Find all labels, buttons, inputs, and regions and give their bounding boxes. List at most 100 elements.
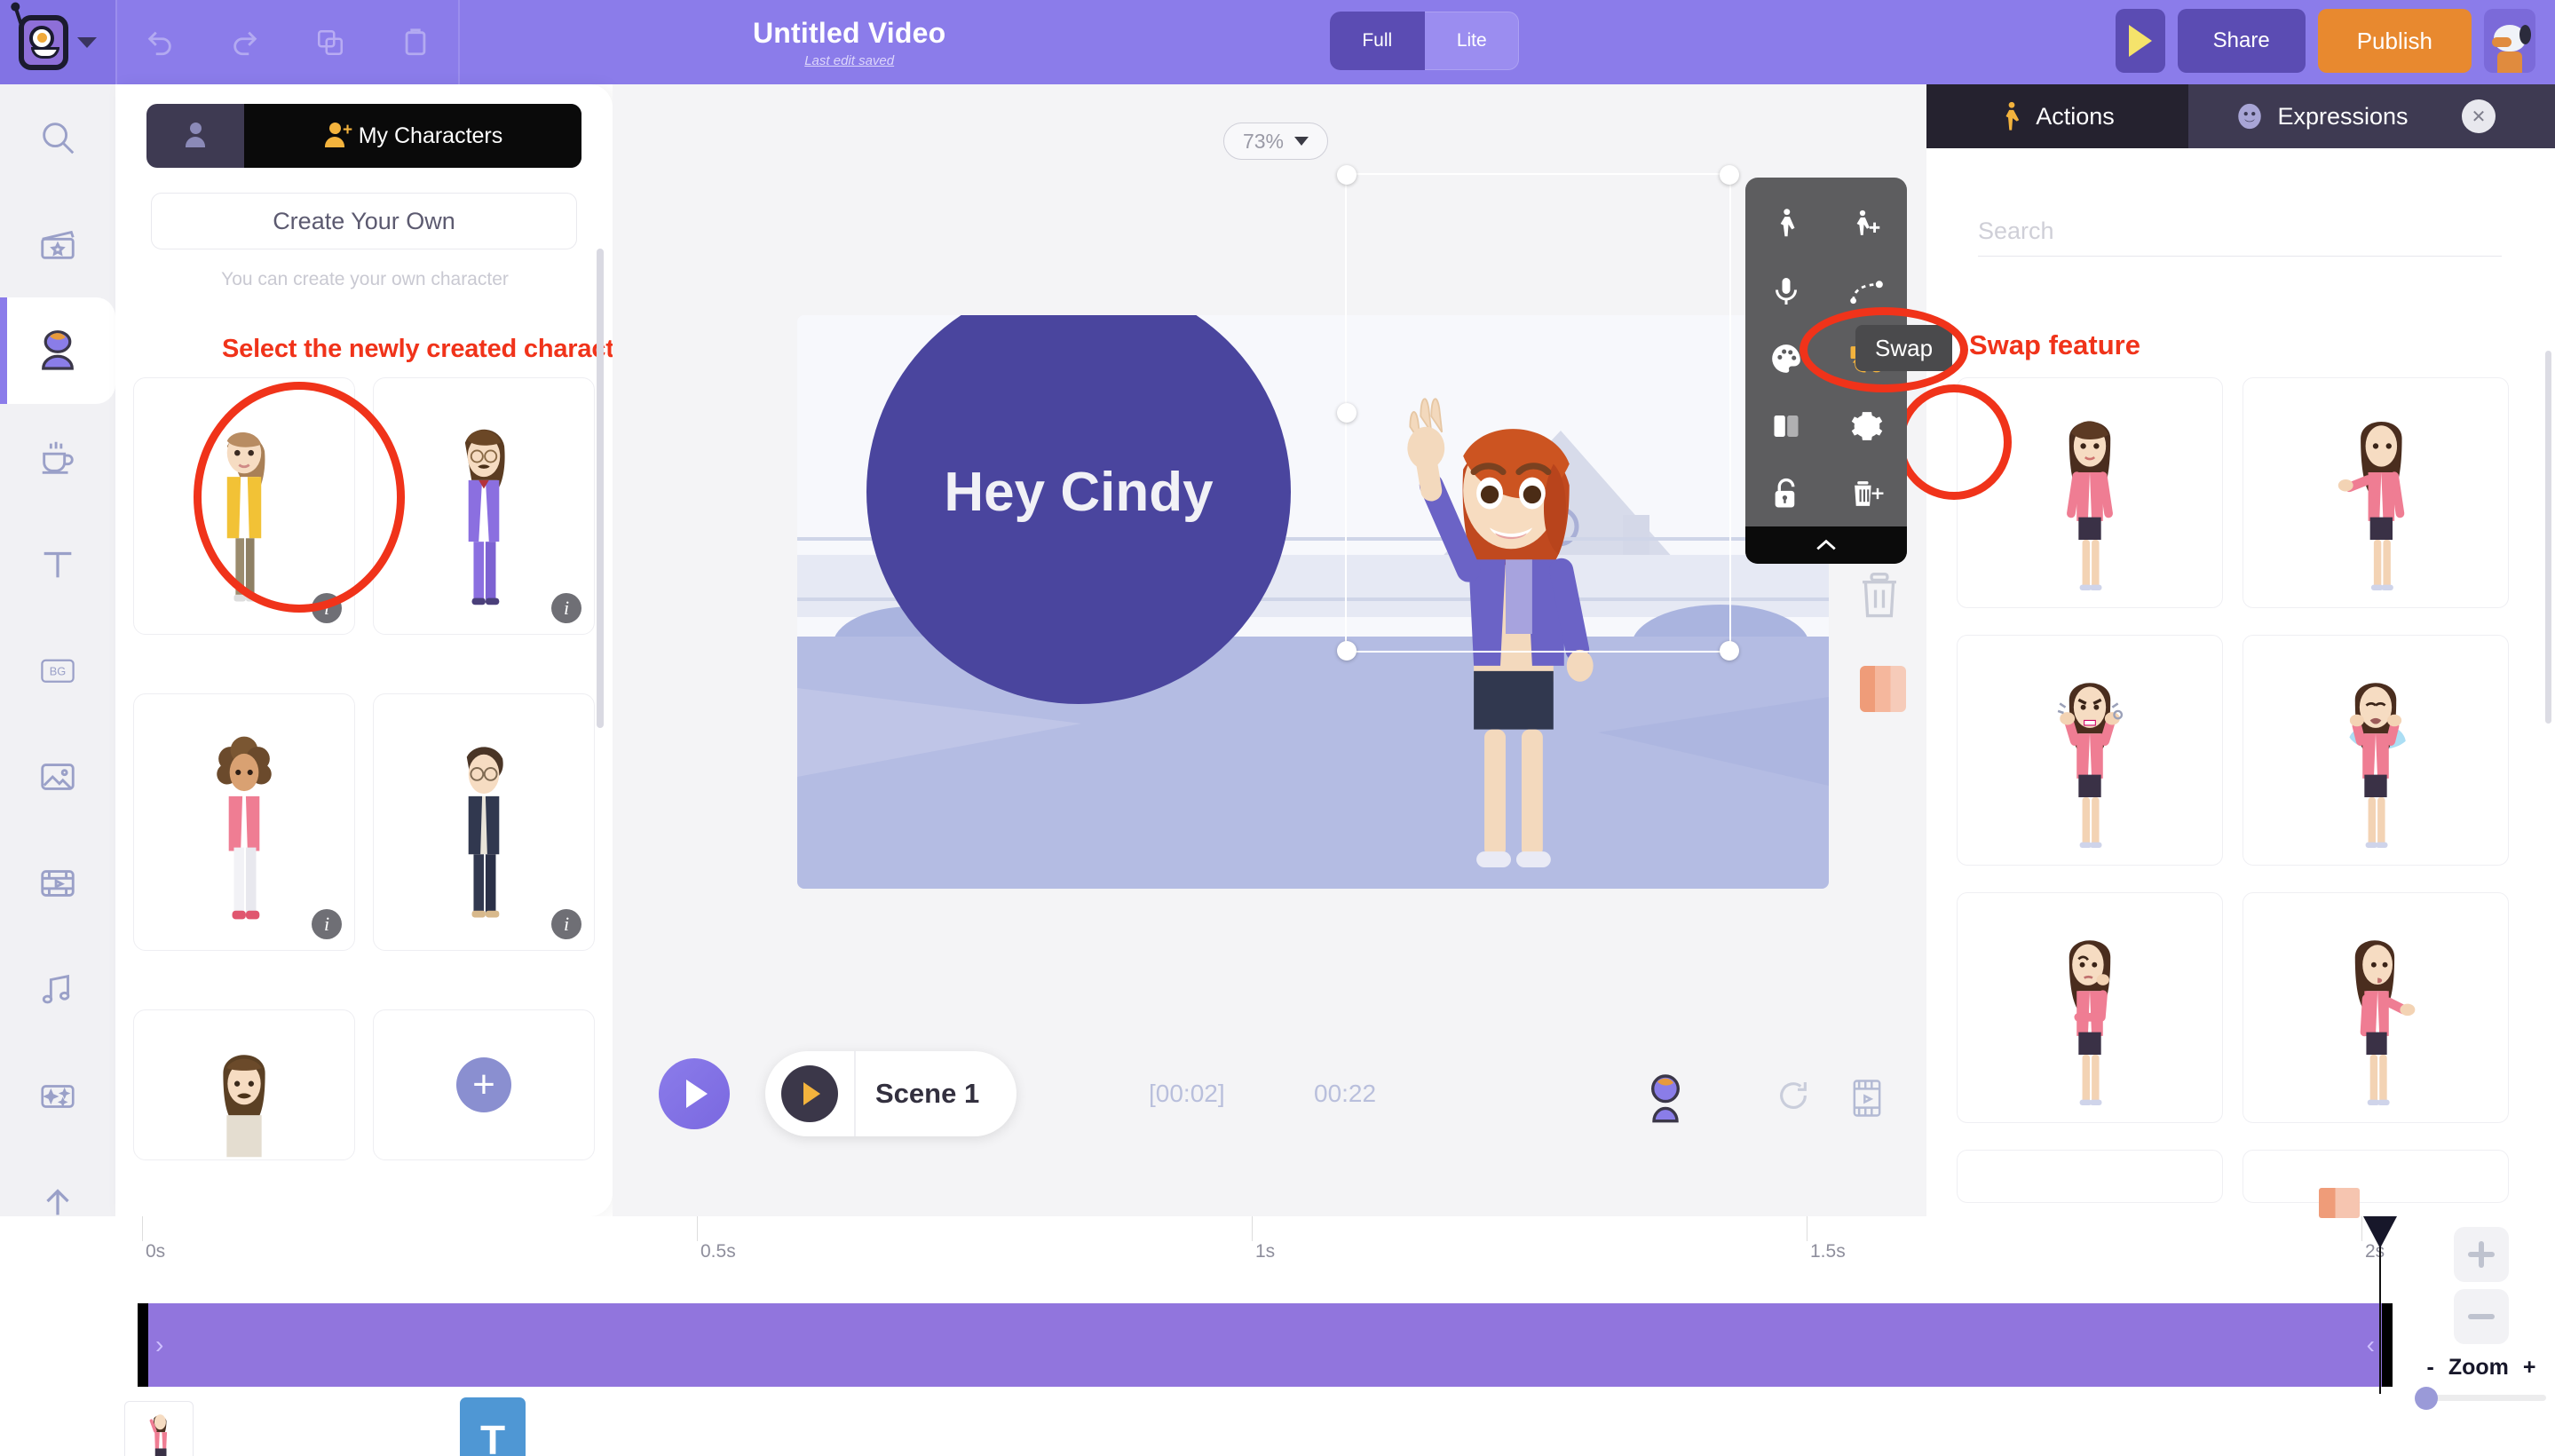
action-card-idle[interactable] [1957, 377, 2223, 608]
character-layer-thumb[interactable] [124, 1401, 194, 1456]
timeline-ruler[interactable]: 0s 0.5s 1s 1.5s 2s [142, 1216, 2415, 1271]
character-card-navy-jacket[interactable]: i [373, 693, 595, 951]
zoom-plus-label[interactable]: + [2523, 1355, 2536, 1381]
create-your-own-button[interactable]: Create Your Own [151, 193, 577, 249]
character-info-icon[interactable]: i [551, 593, 581, 623]
avatar-image [2490, 23, 2531, 73]
track-right-handle[interactable]: ‹ [2367, 1331, 2375, 1359]
sidebar-item-props[interactable] [0, 404, 115, 510]
chevron-down-icon[interactable] [77, 36, 97, 48]
settings-icon[interactable] [1826, 392, 1907, 460]
timeline-character-button[interactable] [1642, 1074, 1689, 1128]
mode-toggle[interactable]: Full Lite [1330, 12, 1519, 70]
delete-icon[interactable] [1826, 460, 1907, 527]
loop-button[interactable] [1776, 1078, 1811, 1118]
action-card-row4-left[interactable] [1957, 1150, 2223, 1203]
sidebar-item-character[interactable] [0, 297, 115, 404]
action-card-angry[interactable] [1957, 635, 2223, 866]
canvas-color-swatch[interactable] [1860, 666, 1906, 712]
scene-track[interactable]: › ‹ [138, 1303, 2393, 1387]
resize-handle-bottom-right[interactable] [1720, 641, 1739, 661]
scene-selector[interactable]: Scene 1 [765, 1051, 1017, 1136]
sidebar-item-bg[interactable]: BG [0, 617, 115, 724]
sidebar-item-image[interactable] [0, 724, 115, 830]
canvas-delete-button[interactable] [1855, 568, 1903, 624]
minus-icon [2468, 1314, 2495, 1319]
resize-handle-top-left[interactable] [1337, 165, 1357, 185]
sidebar-item-search[interactable] [0, 84, 115, 191]
page-title[interactable]: Untitled Video [753, 17, 945, 50]
sidebar-item-video[interactable] [0, 830, 115, 937]
voice-icon[interactable] [1745, 257, 1826, 325]
mode-full-button[interactable]: Full [1330, 12, 1425, 70]
zoom-slider[interactable] [2415, 1387, 2546, 1410]
play-button[interactable] [659, 1058, 730, 1129]
tab-all-characters[interactable] [146, 104, 244, 168]
resize-handle-bottom-left[interactable] [1337, 641, 1357, 661]
add-character-button[interactable]: + [373, 1009, 595, 1160]
action-card-row4-right[interactable] [2243, 1150, 2509, 1203]
character-info-icon[interactable]: i [312, 909, 342, 939]
search-input[interactable] [1978, 207, 2502, 257]
action-card-explain[interactable] [2243, 892, 2509, 1123]
tab-actions[interactable]: Actions [1926, 84, 2188, 148]
preview-play-button[interactable] [2115, 9, 2165, 73]
publish-button[interactable]: Publish [2317, 9, 2472, 73]
character-info-icon[interactable]: i [551, 909, 581, 939]
tab-expressions[interactable]: Expressions [2188, 84, 2455, 148]
text-layer-chip[interactable]: T [460, 1397, 526, 1456]
mode-lite-button[interactable]: Lite [1425, 12, 1520, 70]
paste-icon[interactable] [373, 0, 458, 84]
action-card-thinking[interactable] [1957, 892, 2223, 1123]
character-card-yellow-cardigan[interactable]: i [133, 377, 355, 635]
character-card-long-hair-man[interactable] [133, 1009, 355, 1160]
canvas-zoom-value: 73% [1242, 129, 1285, 153]
close-panel-button[interactable]: ✕ [2462, 99, 2496, 133]
resize-handle-top-right[interactable] [1720, 165, 1739, 185]
redo-icon[interactable] [202, 0, 288, 84]
user-avatar[interactable] [2484, 9, 2535, 73]
actions-grid [1957, 377, 2525, 1212]
character-info-icon[interactable]: i [312, 593, 342, 623]
canvas-zoom-selector[interactable]: 73% [1223, 123, 1328, 160]
animaker-logo[interactable] [14, 7, 68, 70]
action-card-present-right[interactable] [2243, 377, 2509, 608]
app-logo-zone[interactable] [0, 0, 115, 84]
character-card-pink-curly[interactable]: i [133, 693, 355, 951]
color-icon[interactable] [1745, 325, 1826, 392]
character-card-purple-suit[interactable]: i [373, 377, 595, 635]
flip-icon[interactable] [1745, 392, 1826, 460]
share-button[interactable]: Share [2177, 9, 2306, 73]
zoom-slider-knob[interactable] [2415, 1387, 2438, 1410]
filmstrip-button[interactable] [1848, 1078, 1886, 1123]
top-right-actions: Share Publish [2115, 9, 2535, 73]
actions-panel-scrollbar[interactable] [2545, 351, 2551, 724]
zoom-minus-label[interactable]: - [2427, 1355, 2434, 1381]
selection-frame[interactable] [1337, 165, 1739, 661]
sidebar-item-music[interactable] [0, 937, 115, 1043]
sidebar-item-scenes[interactable] [0, 191, 115, 297]
plus-icon: + [456, 1057, 511, 1112]
floating-toolbar-collapse[interactable] [1745, 526, 1907, 564]
tab-my-characters[interactable]: + My Characters [244, 104, 581, 168]
copy-icon[interactable] [288, 0, 373, 84]
search-icon [43, 123, 75, 154]
swap-tooltip: Swap [1855, 325, 1953, 371]
track-left-handle[interactable]: › [155, 1331, 163, 1359]
loop-icon [1780, 1082, 1807, 1109]
undo-icon[interactable] [117, 0, 202, 84]
left-panel-scrollbar[interactable] [597, 249, 604, 728]
panel-color-swatch[interactable] [2319, 1188, 2360, 1218]
lock-icon[interactable] [1745, 460, 1826, 527]
action-card-crying[interactable] [2243, 635, 2509, 866]
timeline-zoom-out-button[interactable] [2454, 1289, 2509, 1344]
sidebar-item-effects[interactable] [0, 1043, 115, 1150]
sidebar-item-text[interactable] [0, 510, 115, 617]
timeline-zoom-in-button[interactable] [2454, 1227, 2509, 1282]
resize-handle-middle-left[interactable] [1337, 403, 1357, 423]
add-action-icon[interactable] [1826, 190, 1907, 257]
scene-play-button[interactable] [781, 1065, 838, 1122]
path-icon[interactable] [1826, 257, 1907, 325]
playhead[interactable] [2363, 1216, 2397, 1394]
action-icon[interactable] [1745, 190, 1826, 257]
